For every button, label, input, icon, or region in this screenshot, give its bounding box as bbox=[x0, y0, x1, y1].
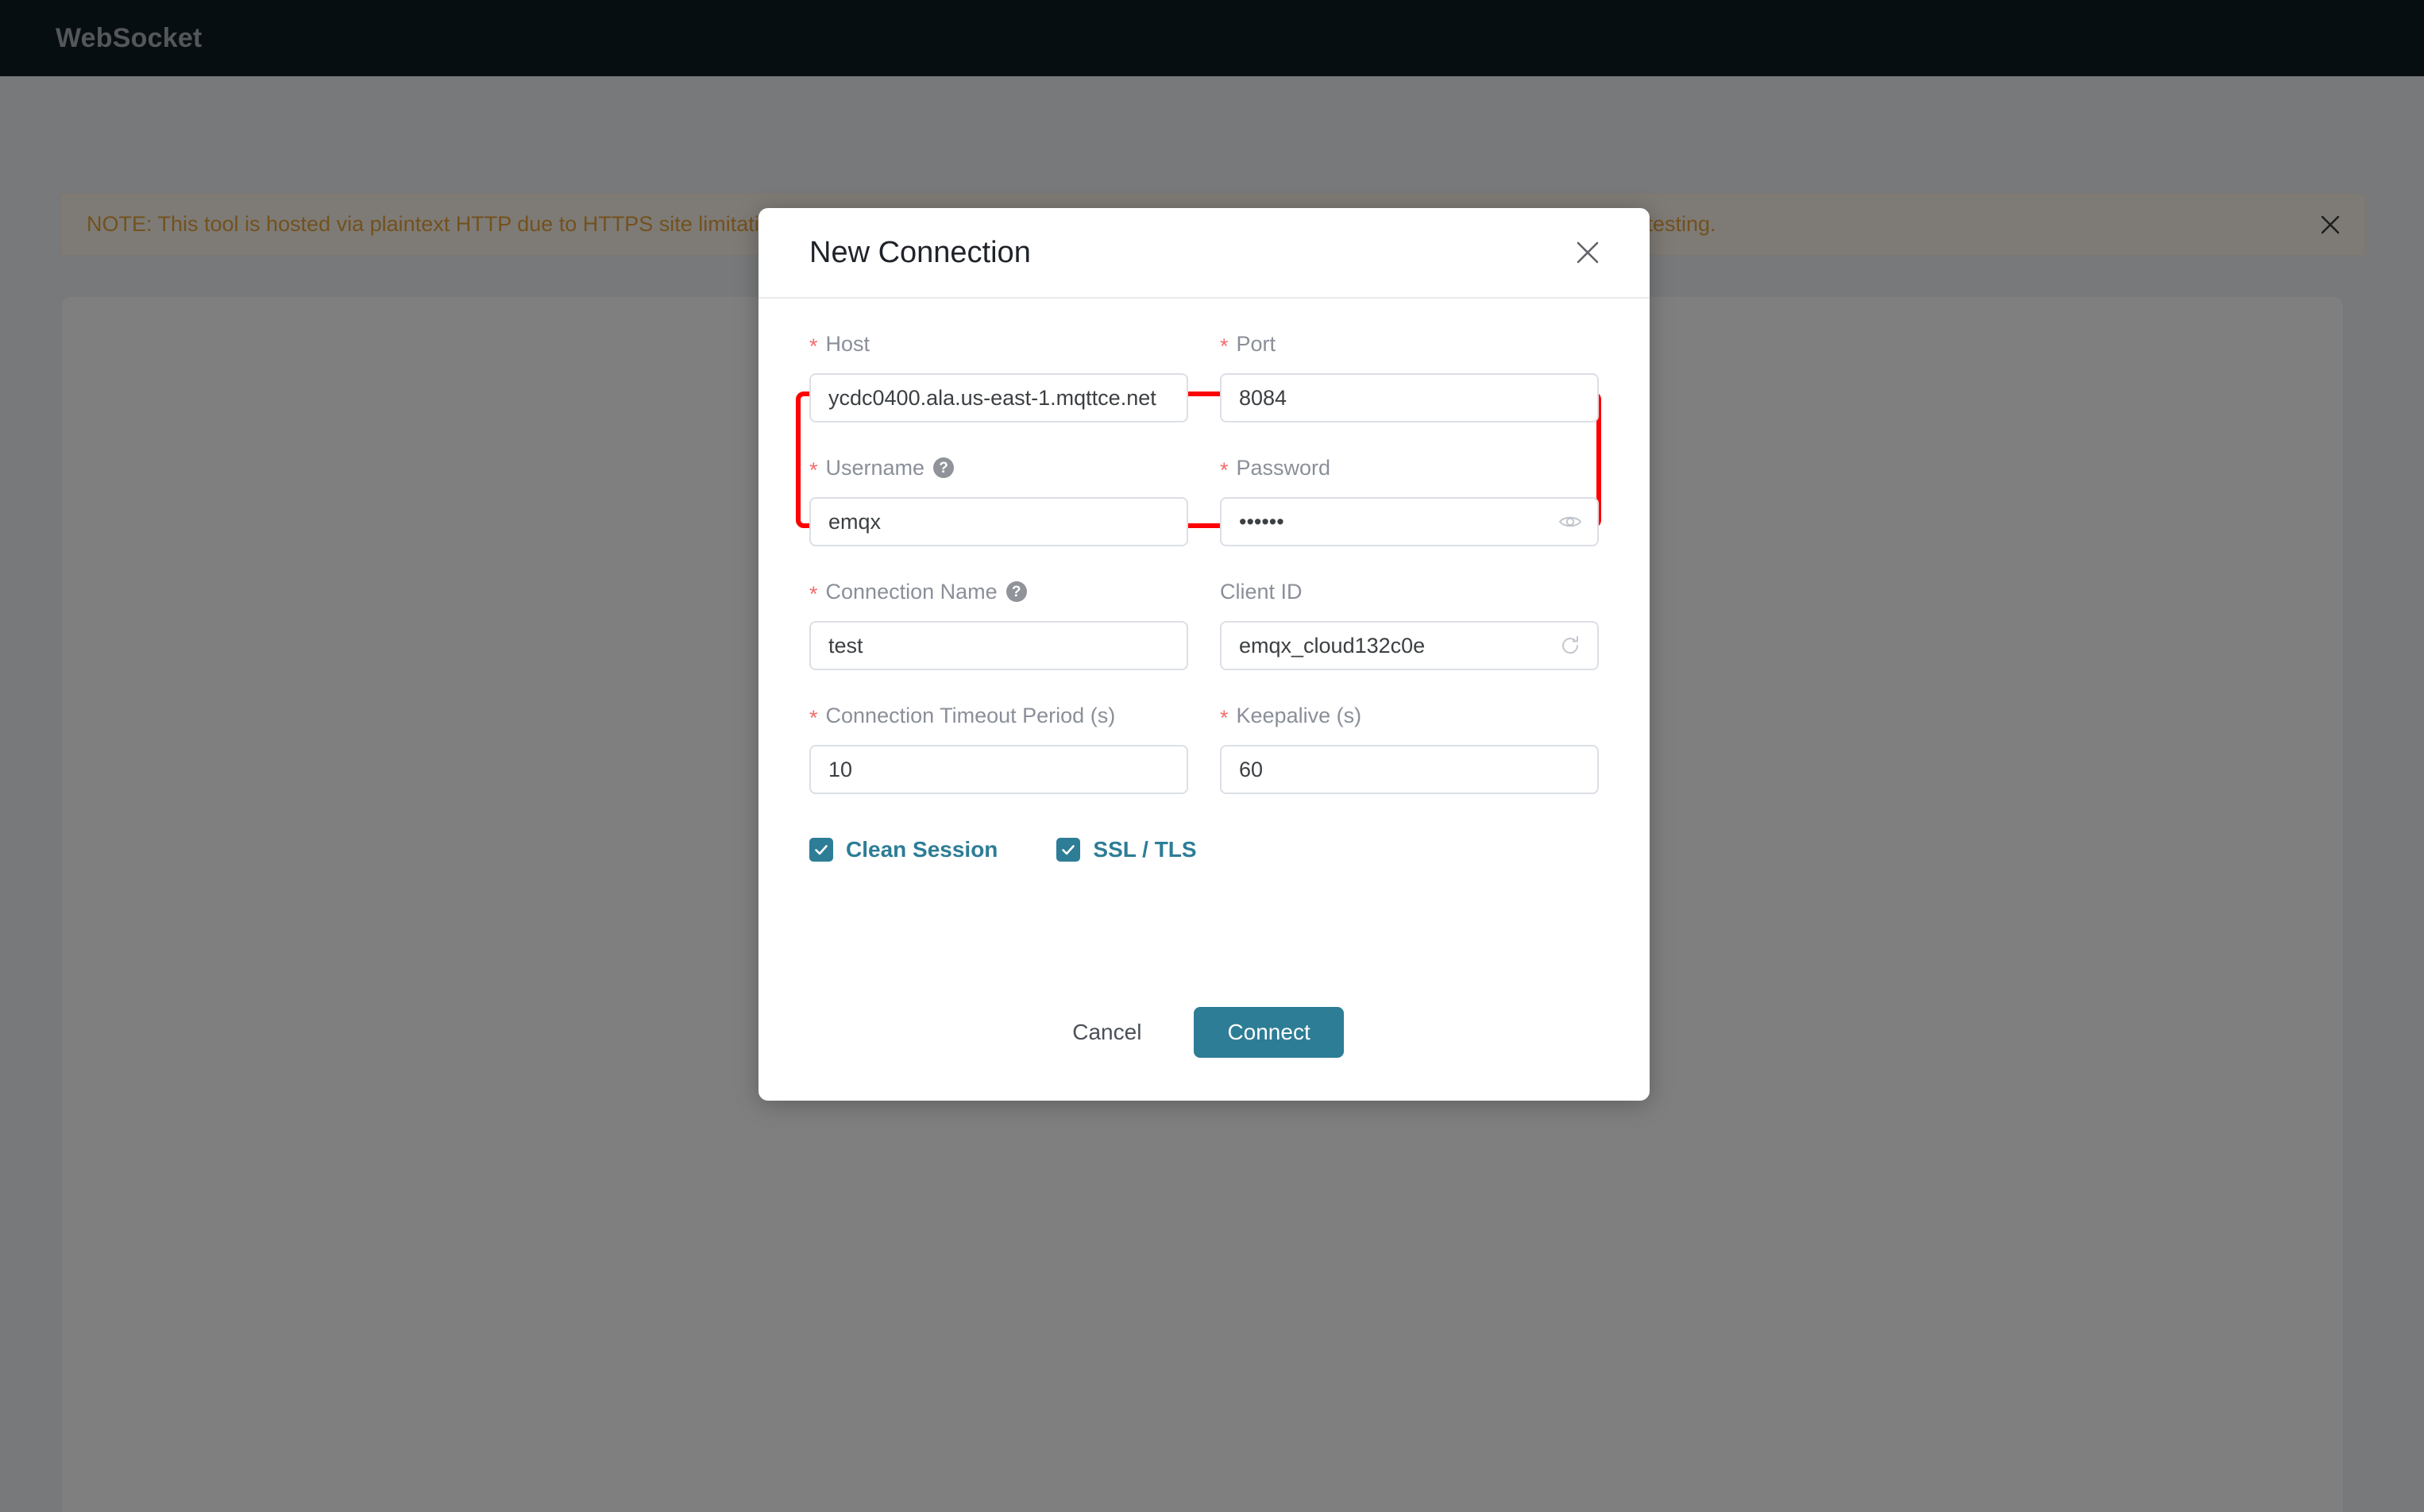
refresh-icon[interactable] bbox=[1557, 633, 1583, 658]
client-id-input[interactable] bbox=[1220, 621, 1599, 670]
required-asterisk-icon: * bbox=[809, 705, 818, 730]
field-group-connection-name: * Connection Name ? bbox=[809, 578, 1188, 670]
required-asterisk-icon: * bbox=[1220, 457, 1229, 482]
port-label: * Port bbox=[1220, 330, 1599, 357]
field-group-username: * Username ? bbox=[809, 454, 1188, 546]
client-id-label: Client ID bbox=[1220, 578, 1599, 605]
port-input[interactable] bbox=[1220, 373, 1599, 422]
clean-session-label: Clean Session bbox=[846, 837, 998, 862]
username-input-wrap bbox=[809, 497, 1188, 546]
port-label-text: Port bbox=[1236, 331, 1276, 356]
new-connection-dialog: New Connection * Host * bbox=[758, 208, 1650, 1101]
checkbox-ssl-tls[interactable]: SSL / TLS bbox=[1056, 837, 1197, 862]
password-label: * Password bbox=[1220, 454, 1599, 481]
required-asterisk-icon: * bbox=[809, 334, 818, 358]
host-label-text: Host bbox=[825, 331, 870, 356]
field-group-client-id: Client ID bbox=[1220, 578, 1599, 670]
connection-name-label-text: Connection Name bbox=[825, 579, 998, 604]
field-group-keepalive: * Keepalive (s) bbox=[1220, 702, 1599, 794]
timeout-label-text: Connection Timeout Period (s) bbox=[825, 703, 1116, 727]
connection-name-input[interactable] bbox=[809, 621, 1188, 670]
timeout-label: * Connection Timeout Period (s) bbox=[809, 702, 1188, 729]
eye-icon[interactable] bbox=[1557, 509, 1583, 534]
password-input-wrap bbox=[1220, 497, 1599, 546]
question-circle-icon[interactable]: ? bbox=[933, 457, 955, 478]
keepalive-label-text: Keepalive (s) bbox=[1236, 703, 1362, 727]
keepalive-input-wrap bbox=[1220, 745, 1599, 794]
connection-name-label: * Connection Name ? bbox=[809, 578, 1188, 605]
check-icon bbox=[809, 838, 833, 862]
required-asterisk-icon: * bbox=[809, 457, 818, 482]
question-circle-icon[interactable]: ? bbox=[1005, 581, 1027, 602]
password-input[interactable] bbox=[1220, 497, 1599, 546]
form-row-host-port: * Host * Port bbox=[809, 330, 1599, 422]
username-label: * Username ? bbox=[809, 454, 1188, 481]
timeout-input-wrap bbox=[809, 745, 1188, 794]
ssl-tls-label: SSL / TLS bbox=[1093, 837, 1197, 862]
form-row-username-password: * Username ? * Password bbox=[809, 454, 1599, 546]
options-checkbox-row: Clean Session SSL / TLS bbox=[809, 837, 1599, 862]
host-label: * Host bbox=[809, 330, 1188, 357]
keepalive-label: * Keepalive (s) bbox=[1220, 702, 1599, 729]
dialog-header: New Connection bbox=[758, 208, 1650, 299]
username-label-text: Username bbox=[825, 455, 925, 480]
dialog-close-icon[interactable] bbox=[1570, 235, 1605, 270]
cancel-button[interactable]: Cancel bbox=[1064, 1009, 1149, 1056]
host-input[interactable] bbox=[809, 373, 1188, 422]
dialog-title: New Connection bbox=[809, 235, 1031, 269]
required-asterisk-icon: * bbox=[1220, 334, 1229, 358]
dialog-footer: Cancel Connect bbox=[758, 1007, 1650, 1058]
required-asterisk-icon: * bbox=[1220, 705, 1229, 730]
form-row-timeout-keepalive: * Connection Timeout Period (s) * Keepal… bbox=[809, 702, 1599, 794]
host-input-wrap bbox=[809, 373, 1188, 422]
dialog-body: * Host * Port * bbox=[758, 299, 1650, 862]
checkbox-clean-session[interactable]: Clean Session bbox=[809, 837, 998, 862]
timeout-input[interactable] bbox=[809, 745, 1188, 794]
keepalive-input[interactable] bbox=[1220, 745, 1599, 794]
field-group-password: * Password bbox=[1220, 454, 1599, 546]
field-group-port: * Port bbox=[1220, 330, 1599, 422]
client-id-input-wrap bbox=[1220, 621, 1599, 670]
username-input[interactable] bbox=[809, 497, 1188, 546]
field-group-host: * Host bbox=[809, 330, 1188, 422]
port-input-wrap bbox=[1220, 373, 1599, 422]
form-row-name-clientid: * Connection Name ? Client ID bbox=[809, 578, 1599, 670]
password-label-text: Password bbox=[1236, 455, 1331, 480]
check-icon bbox=[1056, 838, 1081, 862]
connection-name-input-wrap bbox=[809, 621, 1188, 670]
connect-button[interactable]: Connect bbox=[1194, 1007, 1344, 1058]
client-id-label-text: Client ID bbox=[1220, 579, 1303, 604]
field-group-timeout: * Connection Timeout Period (s) bbox=[809, 702, 1188, 794]
required-asterisk-icon: * bbox=[809, 581, 818, 606]
